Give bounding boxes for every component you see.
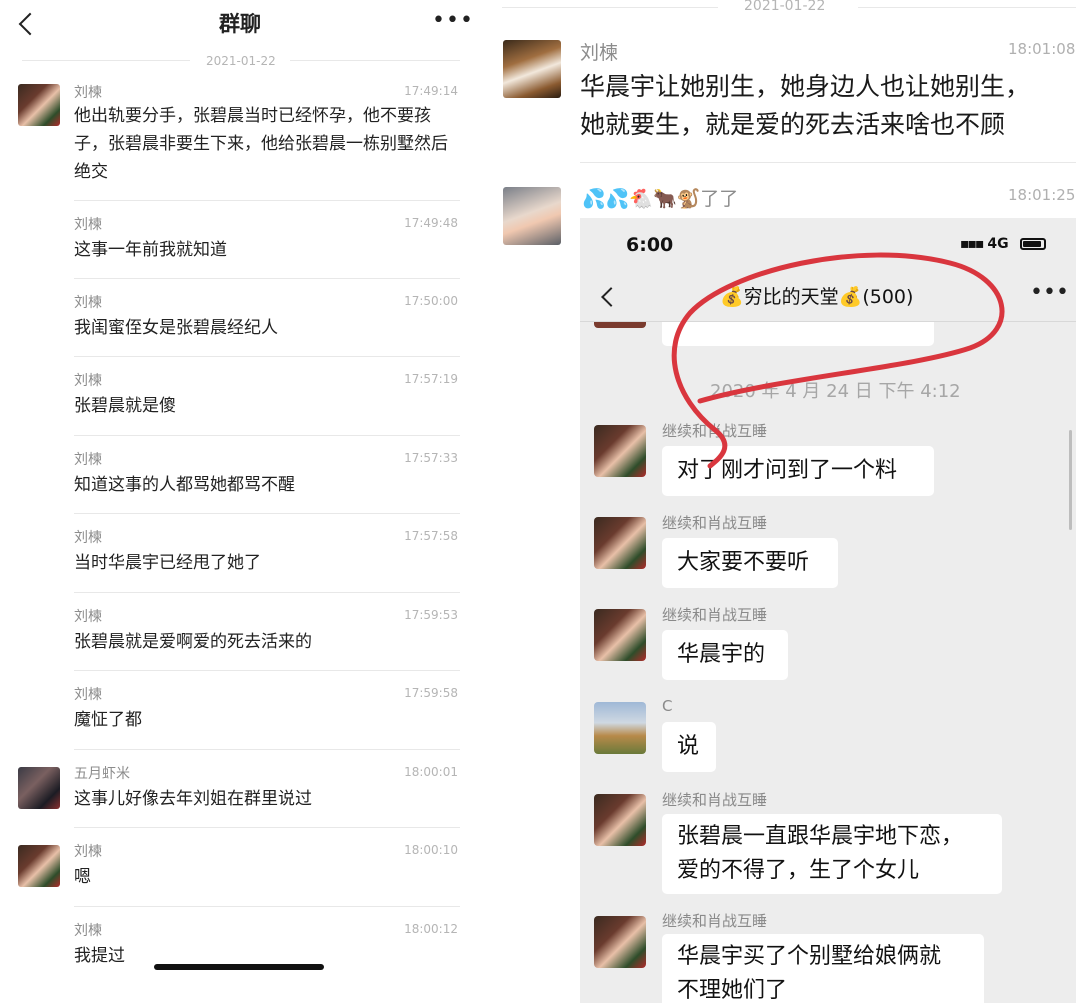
message-time: 18:01:08 [1008, 40, 1076, 58]
sender-name: 刘楝 [74, 295, 102, 311]
avatar[interactable] [503, 40, 561, 98]
sender-name: 刘楝 [74, 687, 102, 703]
message-text: 嗯 [74, 867, 91, 887]
message-time: 17:49:14 [404, 84, 458, 98]
red-annotation-circle [671, 252, 1005, 469]
message-time: 18:00:01 [404, 765, 458, 779]
message-divider [74, 749, 460, 750]
message-time: 17:57:58 [404, 529, 458, 543]
message-text-line-1: 华晨宇让她别生，她身边人也让她别生， [580, 72, 1031, 101]
message-divider [74, 356, 460, 357]
message-divider [74, 827, 460, 828]
message-time: 17:57:33 [404, 451, 458, 465]
sender-name: 刘楝 [74, 530, 102, 546]
more-dots-icon[interactable]: ••• [432, 10, 474, 32]
message-time: 18:00:10 [404, 843, 458, 857]
sender-name: 刘楝 [74, 452, 102, 468]
message-text: 他出轨要分手，张碧晨当时已经怀孕，他不要孩子，张碧晨非要生下来，他给张碧晨一栋别… [74, 106, 448, 182]
message-text: 我闺蜜侄女是张碧晨经纪人 [74, 318, 278, 338]
sender-name: 刘楝 [74, 844, 102, 860]
message-time: 17:49:48 [404, 216, 458, 230]
message-text: 魔怔了都 [74, 710, 142, 730]
date-divider-left [22, 60, 190, 61]
avatar[interactable] [503, 187, 561, 245]
date-divider-left [502, 7, 718, 8]
message-text: 当时华晨宇已经甩了她了 [74, 553, 261, 573]
date-divider-right [858, 7, 1076, 8]
date-divider-right [290, 60, 460, 61]
page-title: 群聊 [219, 12, 261, 36]
message-text: 知道这事的人都骂她都骂不醒 [74, 475, 295, 495]
date-separator: 2021-01-22 [744, 0, 826, 14]
message-divider [74, 906, 460, 907]
sender-name: 刘楝 [580, 42, 619, 64]
message-divider [74, 592, 460, 593]
shared-screenshot[interactable]: 6:00 ▪▪▪ 4G 💰穷比的天堂💰(500) ••• 2020 年 4 月 … [580, 218, 1076, 1003]
message-divider [74, 513, 460, 514]
sender-name: 五月虾米 [74, 766, 130, 782]
message-text-line-2: 她就要生，就是爱的死去活来啥也不顾 [580, 110, 1006, 139]
message-divider [580, 162, 1076, 163]
message-divider [74, 278, 460, 279]
left-chat-panel: 群聊 ••• 2021-01-22 刘楝 17:49:14 他出轨要分手，张碧晨… [0, 0, 480, 1003]
message-text: 这事一年前我就知道 [74, 240, 227, 260]
sender-name: 刘楝 [74, 85, 102, 101]
message-time: 17:59:53 [404, 608, 458, 622]
message-divider [74, 435, 460, 436]
message-divider [74, 200, 460, 201]
avatar[interactable] [18, 845, 60, 887]
sender-name: 刘楝 [74, 609, 102, 625]
sender-name: 💦💦🐔🐂🐒了了 [582, 188, 739, 210]
avatar[interactable] [18, 84, 60, 126]
annotation-stroke [671, 252, 1005, 469]
message-text: 这事儿好像去年刘姐在群里说过 [74, 789, 312, 809]
home-indicator[interactable] [154, 964, 324, 970]
message-text: 张碧晨就是爱啊爱的死去活来的 [74, 632, 312, 652]
sender-name: 刘楝 [74, 217, 102, 233]
date-separator: 2021-01-22 [206, 54, 276, 68]
sender-name: 刘楝 [74, 373, 102, 389]
avatar[interactable] [18, 767, 60, 809]
message-divider [74, 670, 460, 671]
message-time: 18:01:25 [1008, 186, 1076, 204]
message-text: 张碧晨就是傻 [74, 396, 176, 416]
message-time: 17:57:19 [404, 372, 458, 386]
message-time: 17:59:58 [404, 686, 458, 700]
sender-name: 刘楝 [74, 923, 102, 939]
message-time: 17:50:00 [404, 294, 458, 308]
message-time: 18:00:12 [404, 922, 458, 936]
